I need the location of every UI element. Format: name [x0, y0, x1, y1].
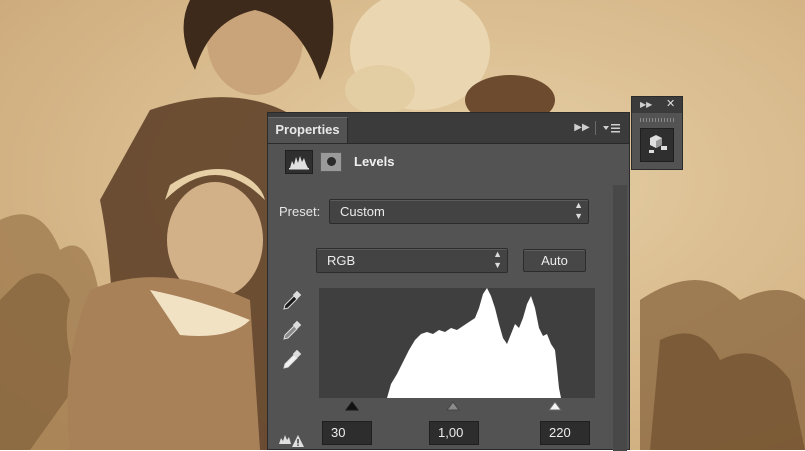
panel-scrollbar[interactable] — [613, 185, 627, 451]
properties-panel: Properties ▶▶ Levels Preset: Custom ▲ ▼ R… — [267, 112, 630, 451]
adjustment-type-row: Levels — [268, 143, 629, 183]
header-divider — [595, 121, 596, 135]
preset-dropdown[interactable]: Custom ▲ ▼ — [329, 199, 589, 224]
black-input-field[interactable]: 30 — [322, 421, 372, 445]
adjustment-title: Levels — [354, 154, 395, 169]
black-point-slider — [345, 401, 359, 411]
channel-dropdown[interactable]: RGB ▲ ▼ — [316, 248, 508, 273]
auto-button[interactable]: Auto — [523, 249, 586, 272]
white-input-field[interactable]: 220 — [540, 421, 590, 445]
gamma-slider — [446, 401, 460, 411]
gamma-input-field[interactable]: 1,00 — [429, 421, 479, 445]
levels-histogram-icon[interactable] — [285, 150, 313, 174]
channel-value: RGB — [327, 253, 356, 268]
layer-mask-icon[interactable] — [320, 152, 342, 172]
white-point-slider — [548, 401, 562, 411]
collapsed-panel-dock: ▶▶ ✕ — [631, 96, 683, 170]
histogram-fill — [387, 288, 561, 398]
panel-header: Properties ▶▶ — [268, 113, 629, 144]
clipping-warning-icon[interactable] — [277, 430, 307, 448]
input-levels-slider[interactable] — [319, 399, 595, 411]
double-chevron-right-icon[interactable]: ▶▶ — [574, 121, 590, 135]
tab-properties[interactable]: Properties — [268, 117, 348, 143]
white-point-eyedropper-icon[interactable] — [281, 349, 303, 371]
updown-arrows-icon: ▲ ▼ — [574, 200, 583, 221]
histogram — [319, 288, 595, 398]
gray-point-eyedropper-icon[interactable] — [281, 320, 303, 342]
black-point-eyedropper-icon[interactable] — [281, 290, 303, 312]
preset-label: Preset: — [279, 204, 321, 219]
double-chevron-right-icon[interactable]: ▶▶ — [640, 99, 652, 111]
dock-grip[interactable] — [640, 118, 674, 122]
3d-object-icon[interactable] — [640, 128, 674, 162]
preset-value: Custom — [340, 204, 385, 219]
panel-menu-icon[interactable] — [602, 121, 622, 135]
dock-header: ▶▶ ✕ — [632, 97, 682, 113]
close-icon[interactable]: ✕ — [666, 98, 675, 111]
updown-arrows-icon: ▲ ▼ — [493, 249, 502, 270]
